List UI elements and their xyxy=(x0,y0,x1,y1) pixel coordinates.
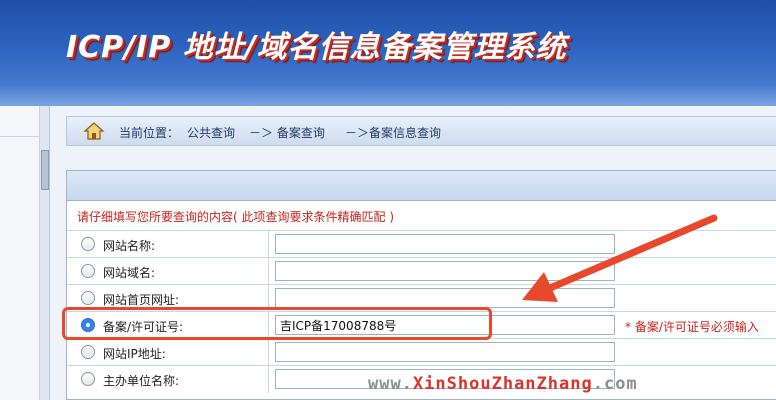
radio-site-name[interactable] xyxy=(81,237,95,251)
watermark-suffix: .com xyxy=(592,374,638,394)
breadcrumb-record-info-query: －＞备案信息查询 xyxy=(345,126,442,140)
label-cell: 网站首页网址: xyxy=(67,285,269,312)
domain-input[interactable] xyxy=(275,261,615,281)
radio-license-number[interactable] xyxy=(81,318,95,332)
form-row-site-name: 网站名称: xyxy=(67,230,776,258)
label-license-number: 备案/许可证号: xyxy=(103,320,184,334)
breadcrumb: 当前位置： 公共查询 －＞ 备案查询 －＞备案信息查询 xyxy=(66,116,776,146)
form-row-domain: 网站域名: xyxy=(67,257,776,285)
breadcrumb-record-query[interactable]: －＞ 备案查询 xyxy=(249,124,325,141)
label-site-name: 网站名称: xyxy=(103,239,156,253)
watermark-brand: XinShouZhanZhang xyxy=(412,374,593,394)
label-domain: 网站域名: xyxy=(103,266,156,280)
watermark: www.XinShouZhanZhang.com xyxy=(368,374,638,394)
label-cell: 网站名称: xyxy=(67,231,269,258)
watermark-prefix: www. xyxy=(368,374,413,394)
radio-ip-address[interactable] xyxy=(81,345,95,359)
form-row-homepage-url: 网站首页网址: xyxy=(67,284,776,312)
label-organizer-name: 主办单位名称: xyxy=(103,374,180,388)
radio-organizer-name[interactable] xyxy=(81,372,95,386)
query-form-panel: 请仔细填写您所要查询的内容( 此项查询要求条件精确匹配 ) 网站名称: 网站域名… xyxy=(66,170,776,400)
license-required-note: * 备案/许可证号必须输入 xyxy=(625,320,759,334)
system-title: ICP/IP 地址/域名信息备案管理系统 xyxy=(66,30,567,65)
breadcrumb-public-query[interactable]: 公共查询 xyxy=(187,124,235,141)
ip-address-input[interactable] xyxy=(275,342,615,362)
label-ip-address: 网站IP地址: xyxy=(103,347,166,361)
home-icon[interactable] xyxy=(83,121,105,141)
homepage-url-input[interactable] xyxy=(275,288,615,308)
label-cell: 网站IP地址: xyxy=(67,339,269,366)
form-instructions: 请仔细填写您所要查询的内容( 此项查询要求条件精确匹配 ) xyxy=(77,210,394,224)
form-row-license-number: 备案/许可证号: * 备案/许可证号必须输入 xyxy=(67,311,776,339)
header-banner: ICP/IP 地址/域名信息备案管理系统 xyxy=(0,0,776,106)
label-cell: 网站域名: xyxy=(67,258,269,285)
form-panel-header xyxy=(67,171,776,201)
form-row-ip-address: 网站IP地址: xyxy=(67,338,776,366)
label-cell: 主办单位名称: xyxy=(67,366,269,393)
left-nav-panel xyxy=(0,106,40,400)
label-homepage-url: 网站首页网址: xyxy=(103,293,180,307)
radio-domain[interactable] xyxy=(81,264,95,278)
license-number-input[interactable] xyxy=(275,315,615,335)
left-nav-divider xyxy=(0,136,40,137)
breadcrumb-label: 当前位置： xyxy=(119,126,180,140)
site-name-input[interactable] xyxy=(275,234,615,254)
label-cell: 备案/许可证号: xyxy=(67,312,269,339)
splitter-handle[interactable] xyxy=(41,150,49,190)
radio-homepage-url[interactable] xyxy=(81,291,95,305)
